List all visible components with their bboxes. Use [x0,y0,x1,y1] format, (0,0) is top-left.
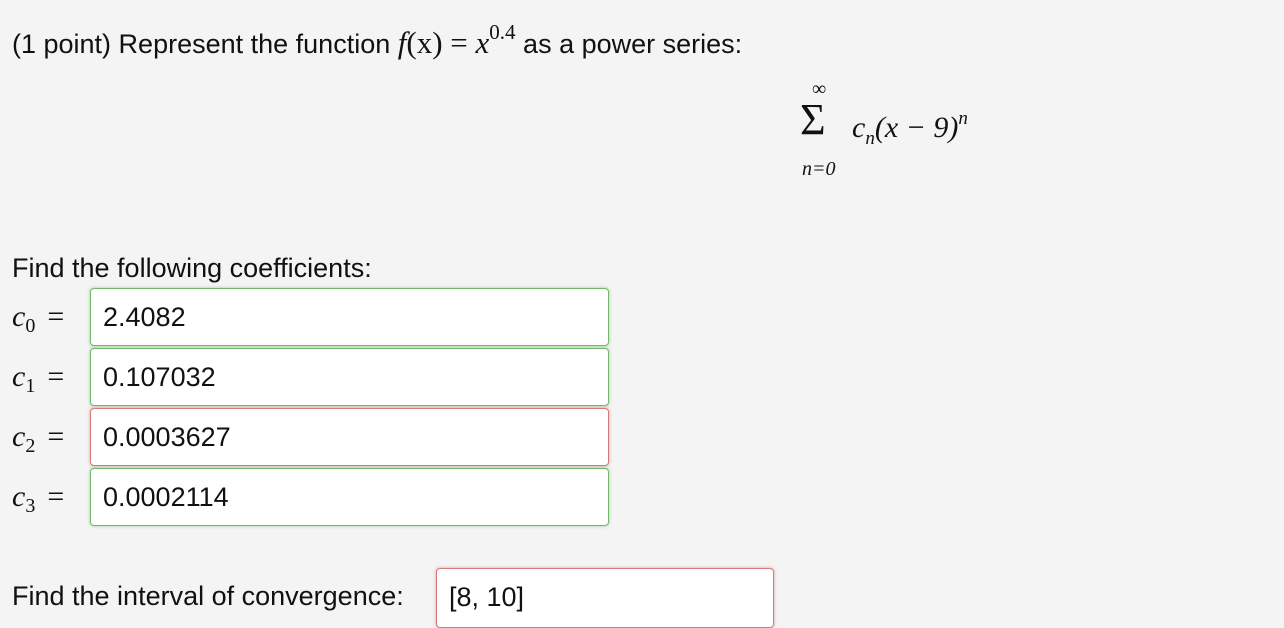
series-coef-index: n [865,128,875,149]
coefficient-label: c1 = [12,360,65,397]
answer-input-c1[interactable]: 0.107032 [90,348,609,406]
function-exponent: 0.4 [489,20,516,44]
answer-input-c2[interactable]: 0.0003627 [90,408,609,466]
series-coef: c [852,111,866,144]
series-term: cn(x − 9)n [852,108,968,150]
coefficient-label: c3 = [12,480,65,517]
summation-sign: Σ [800,95,826,144]
function-equals: = [450,25,468,60]
series-body: (x − 9) [874,111,959,144]
problem-prefix: (1 point) Represent the function [12,29,391,59]
coefficients-heading: Find the following coefficients: [12,253,372,283]
function-argument: (x) [406,25,443,60]
function-base: x [475,25,490,60]
problem-suffix: as a power series: [523,29,743,59]
interval-label: Find the interval of convergence: [12,581,404,611]
coefficient-row-c2: c2 = 0.0003627 [12,408,612,466]
coefficient-row-c1: c1 = 0.107032 [12,348,612,406]
power-series-formula: ∞ Σ n=0 cn(x − 9)n [800,78,1020,188]
answer-input-c0[interactable]: 2.4082 [90,288,609,346]
summation-lower-limit: n=0 [802,158,836,180]
interval-input[interactable]: [8, 10] [436,568,774,628]
coefficient-row-c0: c0 = 2.4082 [12,288,612,346]
coefficient-label: c0 = [12,300,65,337]
function-expression: f(x) = x0.4 [398,20,516,60]
coefficient-label: c2 = [12,420,65,457]
answer-input-c3[interactable]: 0.0002114 [90,468,609,526]
problem-statement: (1 point) Represent the function f(x) = … [12,12,742,64]
coefficient-row-c3: c3 = 0.0002114 [12,468,612,526]
series-power: n [958,108,968,129]
